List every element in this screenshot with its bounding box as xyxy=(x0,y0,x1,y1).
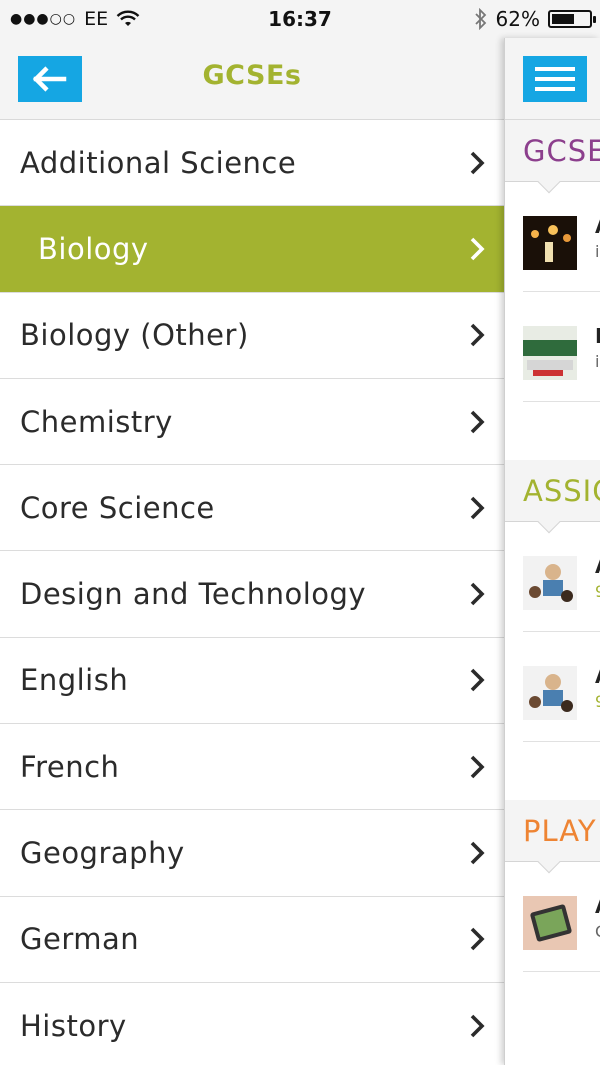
menu-item-label: English xyxy=(20,663,129,698)
thumbnail-image xyxy=(523,216,577,270)
chevron-right-icon xyxy=(470,582,485,606)
section-title: ASSIG xyxy=(523,474,600,508)
chevron-right-icon xyxy=(470,410,485,433)
thumbnail-image xyxy=(523,326,577,380)
menu-item-english[interactable]: English xyxy=(0,637,504,725)
section-header: GCSE xyxy=(505,120,600,194)
menu-item-chemistry[interactable]: Chemistry xyxy=(0,378,504,466)
page-title: GCSEs xyxy=(202,60,302,91)
hamburger-menu-button[interactable] xyxy=(523,56,587,102)
thumbnail-image xyxy=(523,556,577,610)
content-row[interactable]: Bi xyxy=(523,292,600,402)
menu-item-label: Biology xyxy=(38,231,149,266)
chevron-right-icon xyxy=(470,1014,485,1037)
chevron-right-icon xyxy=(470,928,485,951)
section-title: PLAY xyxy=(523,814,597,848)
menu-item-additional-science[interactable]: Additional Science xyxy=(0,120,504,207)
subject-list: Additional Science Biology Biology (Other)… xyxy=(0,120,504,1065)
row-title: A xyxy=(595,554,600,578)
menu-item-french[interactable]: French xyxy=(0,724,504,811)
status-bar: ●●●○○ EE 16:37 62% xyxy=(0,0,600,38)
row-subtitle: 9 xyxy=(595,582,600,601)
chevron-right-icon xyxy=(470,669,485,692)
menu-item-label: Core Science xyxy=(20,490,215,525)
chevron-right-icon xyxy=(470,496,485,520)
row-title: A xyxy=(595,894,600,918)
bluetooth-icon xyxy=(474,8,486,30)
row-subtitle: 9 xyxy=(595,692,600,711)
battery-level xyxy=(552,14,575,24)
content-row[interactable]: A9 xyxy=(523,632,600,742)
row-title: A xyxy=(595,664,600,688)
menu-item-biology[interactable]: Biology xyxy=(0,206,504,293)
subject-menu-panel: GCSEs Additional Science Biology Biology (… xyxy=(0,38,504,1065)
row-subtitle: i xyxy=(595,242,600,261)
section-header: ASSIG xyxy=(505,460,600,534)
hamburger-line xyxy=(535,77,575,81)
status-right: 62% xyxy=(474,7,596,31)
menu-item-label: French xyxy=(20,749,120,784)
content-header xyxy=(505,38,600,120)
hamburger-line xyxy=(535,67,575,71)
menu-item-geography[interactable]: Geography xyxy=(0,810,504,897)
row-subtitle: C xyxy=(595,922,600,941)
menu-item-label: German xyxy=(20,922,140,957)
menu-item-german[interactable]: German xyxy=(0,896,504,983)
content-row[interactable]: AC xyxy=(523,862,600,972)
chevron-right-icon xyxy=(470,755,485,778)
content-sections: GCSEAiBiASSIGA9A9PLAYAC xyxy=(505,120,600,1030)
chevron-right-icon xyxy=(470,323,485,347)
battery-icon xyxy=(548,10,596,28)
menu-item-label: Chemistry xyxy=(20,404,173,439)
hamburger-line xyxy=(535,87,575,91)
thumbnail-image xyxy=(523,896,577,950)
chevron-right-icon xyxy=(470,151,485,174)
content-panel[interactable]: GCSEAiBiASSIGA9A9PLAYAC xyxy=(504,38,600,1065)
menu-item-label: Geography xyxy=(20,836,185,871)
menu-item-history[interactable]: History xyxy=(0,982,504,1065)
battery-percent: 62% xyxy=(495,7,540,31)
menu-item-label: History xyxy=(20,1008,127,1043)
menu-item-biology-other[interactable]: Biology (Other) xyxy=(0,292,504,379)
row-title: A xyxy=(595,214,600,238)
section-title: GCSE xyxy=(523,134,600,168)
content-row[interactable]: Ai xyxy=(523,182,600,292)
menu-item-label: Additional Science xyxy=(20,145,297,180)
menu-item-core-science[interactable]: Core Science xyxy=(0,465,504,552)
chevron-right-icon xyxy=(470,841,485,865)
row-subtitle: i xyxy=(595,352,600,371)
thumbnail-image xyxy=(523,666,577,720)
chevron-right-icon xyxy=(470,237,485,261)
menu-item-design-and-technology[interactable]: Design and Technology xyxy=(0,551,504,638)
menu-item-label: Biology (Other) xyxy=(20,318,249,353)
section-header: PLAY xyxy=(505,800,600,874)
menu-header: GCSEs xyxy=(0,38,504,120)
row-title: B xyxy=(595,324,600,348)
content-row[interactable]: A9 xyxy=(523,522,600,632)
menu-item-label: Design and Technology xyxy=(20,577,367,612)
